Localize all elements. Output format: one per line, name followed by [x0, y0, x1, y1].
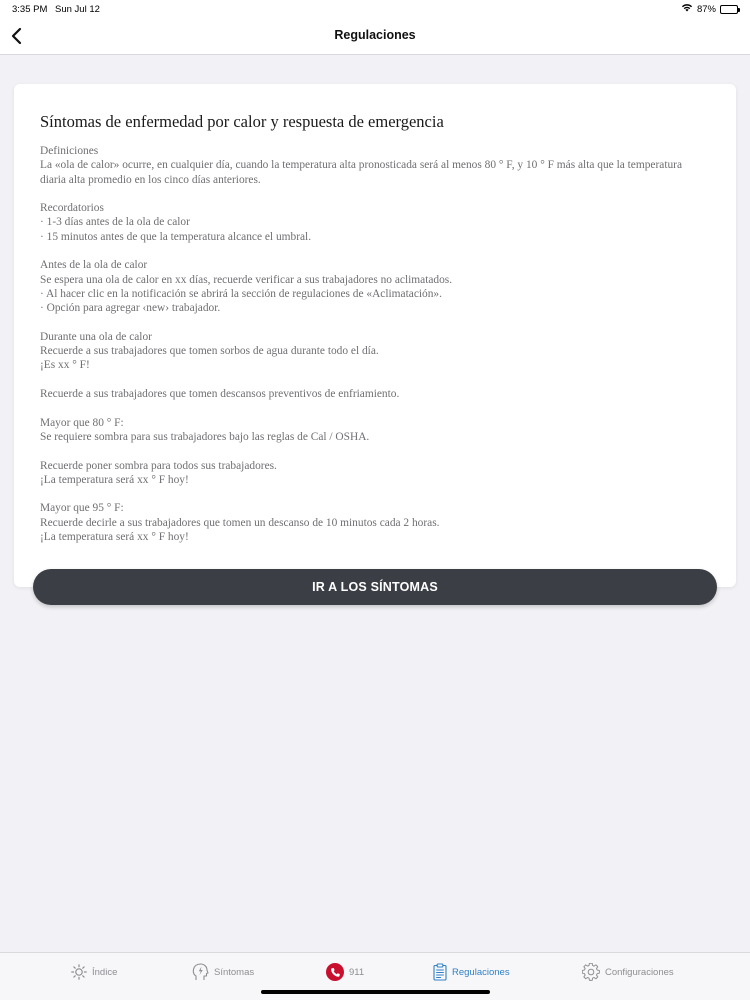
go-to-symptoms-button[interactable]: IR A LOS SÍNTOMAS [33, 569, 717, 605]
clipboard-icon [433, 963, 447, 981]
card-line: ¡La temperatura será xx ° F hoy! [40, 473, 189, 486]
card-line: · 1-3 días antes de la ola de calor [40, 216, 190, 229]
tab-settings[interactable]: Configuraciones [582, 962, 674, 982]
card-paragraph: Recuerde poner sombra para todos sus tra… [40, 459, 710, 488]
home-indicator [261, 990, 490, 994]
status-time: 3:35 PM [12, 4, 48, 15]
sun-icon [71, 964, 87, 980]
card-paragraph: Durante una ola de calor Recuerde a sus t… [40, 330, 710, 373]
card-line: Recuerde a sus trabajadores que tomen so… [40, 345, 379, 358]
card-line: Recuerde a sus trabajadores que tomen de… [40, 388, 400, 401]
card-line: Se espera una ola de calor en xx días, r… [40, 273, 453, 286]
card-line: · Opción para agregar ‹new› trabajador. [40, 302, 221, 315]
status-bar: 3:35 PM Sun Jul 12 87% [0, 0, 750, 18]
battery-percent: 87% [696, 3, 716, 15]
card-line: · 15 minutos antes de que la temperatura… [40, 230, 312, 243]
status-right: 87% [681, 3, 740, 15]
tab-911-label: 911 [349, 966, 365, 978]
card-paragraph: Recuerde a sus trabajadores que tomen de… [40, 387, 710, 401]
card-paragraph: Mayor que 80 ° F: Se requiere sombra para… [40, 416, 710, 445]
battery-icon [720, 4, 740, 14]
tab-911[interactable]: 911 [326, 962, 364, 982]
card-line: ¡Es xx ° F! [40, 359, 90, 372]
card-line: La «ola de calor» ocurre, en cualquier d… [40, 159, 683, 186]
tab-index-label: Índice [92, 966, 118, 978]
regulation-card: Síntomas de enfermedad por calor y respu… [14, 84, 736, 587]
card-line: Recuerde decirle a sus trabajadores que … [40, 516, 440, 529]
status-date: Sun Jul 12 [55, 4, 100, 15]
emergency-phone-icon [326, 963, 344, 981]
card-line: Durante una ola de calor [40, 330, 152, 343]
card-title: Síntomas de enfermedad por calor y respu… [40, 112, 444, 131]
card-line: Mayor que 80 ° F: [40, 416, 124, 429]
card-line: ¡La temperatura será xx ° F hoy! [40, 531, 189, 544]
card-line: Antes de la ola de calor [40, 259, 148, 272]
tab-settings-label: Configuraciones [605, 966, 674, 978]
card-paragraph: Antes de la ola de calor Se espera una ol… [40, 258, 710, 315]
tab-symptoms[interactable]: Síntomas [192, 962, 254, 982]
tab-regulations-label: Regulaciones [452, 966, 510, 978]
head-bolt-icon [192, 963, 209, 980]
card-paragraph: Mayor que 95 ° F: Recuerde decirle a sus … [40, 501, 710, 544]
card-line: · Al hacer clic en la notificación se ab… [40, 287, 442, 300]
page-title: Regulaciones [334, 28, 416, 42]
card-line: Recordatorios [40, 202, 104, 215]
tab-index[interactable]: Índice [71, 962, 117, 982]
card-paragraph: Definiciones La «ola de calor» ocurre, en… [40, 144, 710, 187]
navigation-bar: Regulaciones [0, 18, 750, 55]
gear-icon [582, 963, 600, 981]
card-line: Mayor que 95 ° F: [40, 502, 124, 515]
wifi-icon [681, 3, 693, 15]
card-line: Definiciones [40, 145, 99, 157]
tab-regulations[interactable]: Regulaciones [433, 962, 510, 982]
tab-symptoms-label: Síntomas [214, 966, 255, 978]
card-line: Recuerde poner sombra para todos sus tra… [40, 459, 277, 472]
card-body: Definiciones La «ola de calor» ocurre, en… [40, 144, 710, 559]
card-paragraph: Recordatorios · 1-3 días antes de la ola … [40, 201, 710, 244]
card-line: Se requiere sombra para sus trabajadores… [40, 430, 370, 443]
